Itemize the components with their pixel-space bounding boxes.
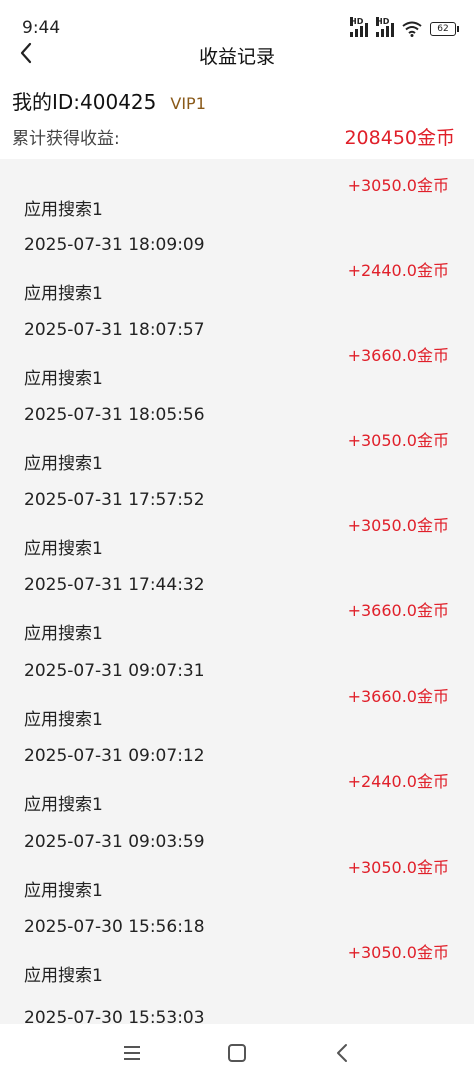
record-time: 2025-07-30 15:53:03 (24, 1008, 205, 1024)
record-source: 应用搜索1 (24, 710, 103, 730)
record-amount: +3660.0金币 (347, 601, 449, 620)
list-item: +3050.0金币 应用搜索1 (0, 159, 474, 235)
record-amount: +3050.0金币 (347, 516, 449, 535)
list-item: 2025-07-31 09:03:59 +3050.0金币 应用搜索1 (0, 832, 474, 917)
back-triangle-icon[interactable] (329, 1040, 355, 1066)
record-source: 应用搜索1 (24, 539, 103, 559)
list-item: 2025-07-31 18:07:57 +3660.0金币 应用搜索1 (0, 320, 474, 405)
record-amount: +3660.0金币 (347, 346, 449, 365)
list-item: 2025-07-31 17:44:32 +3660.0金币 应用搜索1 (0, 575, 474, 660)
record-source: 应用搜索1 (24, 795, 103, 815)
record-source: 应用搜索1 (24, 200, 103, 220)
record-amount: +2440.0金币 (347, 261, 449, 280)
record-amount: +2440.0金币 (347, 772, 449, 791)
status-bar: 9:44 HD HD 62 (0, 0, 474, 40)
record-time: 2025-07-30 15:56:18 (24, 917, 205, 937)
vip-badge: VIP1 (170, 94, 206, 113)
wifi-icon (402, 21, 422, 37)
record-time: 2025-07-31 18:05:56 (24, 405, 205, 425)
battery-icon: 62 (430, 22, 459, 36)
list-item: 2025-07-30 15:53:03 (0, 1008, 474, 1024)
page-title: 收益记录 (198, 46, 275, 68)
record-amount: +3050.0金币 (347, 431, 449, 450)
home-square-icon[interactable] (224, 1040, 250, 1066)
record-source: 应用搜索1 (24, 881, 103, 901)
list-item: 2025-07-31 09:07:31 +3660.0金币 应用搜索1 (0, 661, 474, 746)
menu-icon[interactable] (119, 1040, 145, 1066)
user-id: 我的ID:400425 (12, 90, 157, 114)
list-item: 2025-07-31 18:09:09 +2440.0金币 应用搜索1 (0, 235, 474, 320)
signal-icon: HD (376, 17, 394, 37)
list-item: 2025-07-31 09:07:12 +2440.0金币 应用搜索1 (0, 746, 474, 831)
total-earnings-value: 208450金币 (344, 127, 455, 149)
record-time: 2025-07-31 18:09:09 (24, 235, 205, 255)
record-time: 2025-07-31 17:44:32 (24, 575, 205, 595)
record-amount: +3050.0金币 (347, 858, 449, 877)
list-item: 2025-07-31 18:05:56 +3050.0金币 应用搜索1 (0, 405, 474, 490)
record-source: 应用搜索1 (24, 454, 103, 474)
record-source: 应用搜索1 (24, 966, 103, 986)
record-amount: +3050.0金币 (347, 176, 449, 195)
app-header: 收益记录 (0, 36, 474, 72)
user-info: 我的ID:400425 VIP1 (12, 86, 206, 114)
earnings-list[interactable]: +3050.0金币 应用搜索1 2025-07-31 18:09:09 +244… (0, 159, 474, 1024)
record-time: 2025-07-31 17:57:52 (24, 490, 205, 510)
signal-icon: HD (350, 17, 368, 37)
status-time: 9:44 (22, 18, 61, 38)
record-time: 2025-07-31 09:07:12 (24, 746, 205, 766)
record-source: 应用搜索1 (24, 284, 103, 304)
record-source: 应用搜索1 (24, 369, 103, 389)
record-amount: +3050.0金币 (347, 943, 449, 962)
list-item: 2025-07-31 17:57:52 +3050.0金币 应用搜索1 (0, 490, 474, 575)
record-time: 2025-07-31 18:07:57 (24, 320, 205, 340)
system-nav-bar (0, 1024, 474, 1080)
record-time: 2025-07-31 09:03:59 (24, 832, 205, 852)
total-earnings-label: 累计获得收益: (12, 129, 120, 149)
record-amount: +3660.0金币 (347, 687, 449, 706)
list-item: 2025-07-30 15:56:18 +3050.0金币 应用搜索1 (0, 917, 474, 1002)
record-time: 2025-07-31 09:07:31 (24, 661, 205, 681)
record-source: 应用搜索1 (24, 624, 103, 644)
